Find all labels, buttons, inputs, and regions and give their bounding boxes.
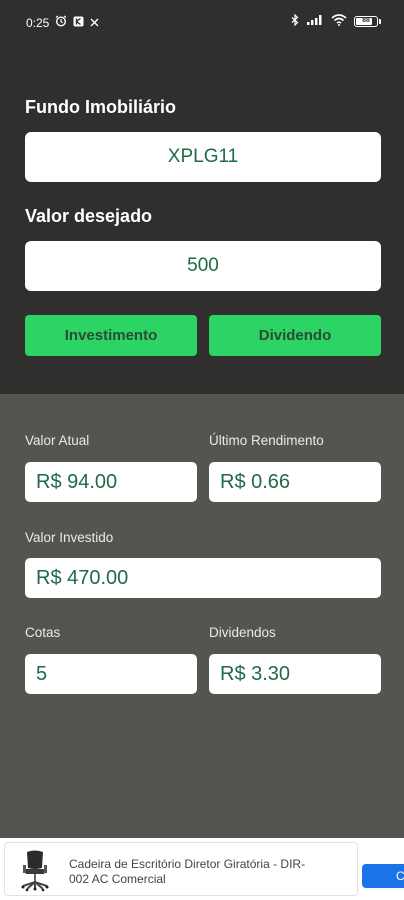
last-yield-label: Último Rendimento (209, 433, 324, 448)
dividends-field: R$ 3.30 (209, 654, 381, 694)
office-chair-image (15, 848, 55, 892)
status-time: 0:25 (26, 15, 50, 30)
fund-label: Fundo Imobiliário (25, 97, 176, 117)
current-value-label: Valor Atual (25, 433, 90, 448)
investment-button[interactable]: Investimento (25, 315, 197, 356)
dividend-button[interactable]: Dividendo (209, 315, 381, 356)
status-left: 0:25 (26, 15, 99, 30)
notification-icon (90, 16, 99, 30)
last-yield-field: R$ 0.66 (209, 462, 381, 502)
desired-value-input[interactable]: 500 (25, 241, 381, 291)
notification-app-icon (73, 16, 84, 30)
dividends-label: Dividendos (209, 625, 276, 640)
battery-icon: 88 (354, 16, 381, 27)
ad-banner[interactable]: Cadeira de Escritório Diretor Giratória … (0, 838, 404, 900)
results-section (0, 394, 404, 838)
desired-value-label: Valor desejado (25, 206, 153, 226)
invested-value-field: R$ 470.00 (25, 558, 381, 598)
status-right: 88 (291, 13, 381, 29)
alarm-icon (55, 15, 67, 30)
battery-level: 88 (362, 17, 370, 24)
ad-text: Cadeira de Escritório Diretor Giratória … (69, 857, 306, 886)
shares-label: Cotas (25, 625, 61, 640)
fund-input[interactable]: XPLG11 (25, 132, 381, 182)
status-bar: 0:25 88 (0, 0, 404, 44)
bluetooth-icon (291, 13, 299, 29)
shares-field: 5 (25, 654, 197, 694)
ad-card[interactable]: Cadeira de Escritório Diretor Giratória … (4, 842, 358, 896)
invested-value-label: Valor Investido (25, 530, 114, 545)
current-value-field: R$ 94.00 (25, 462, 197, 502)
wifi-icon (331, 14, 347, 29)
ad-cta-button[interactable]: C (362, 864, 404, 888)
signal-icon (306, 14, 324, 29)
